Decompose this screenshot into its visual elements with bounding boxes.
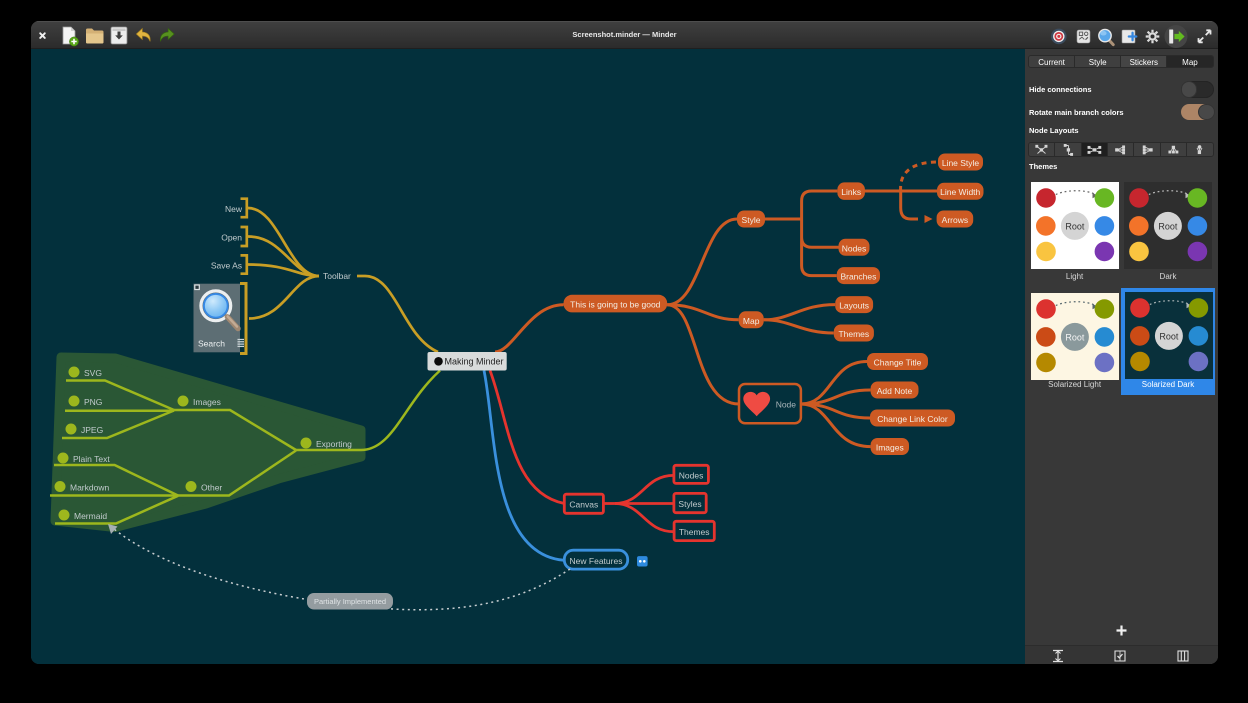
svg-text:New: New [225, 204, 243, 214]
svg-text:Styles: Styles [678, 499, 701, 509]
svg-text:Themes: Themes [838, 329, 869, 339]
svg-text:Exporting: Exporting [316, 439, 352, 449]
svg-text:Root: Root [1065, 222, 1085, 232]
svg-text:Save As: Save As [211, 261, 242, 271]
svg-text:New Features: New Features [570, 556, 623, 566]
svg-text:SVG: SVG [84, 368, 102, 378]
svg-text:Making Minder: Making Minder [445, 356, 504, 366]
svg-text:Map: Map [743, 316, 760, 326]
svg-text:Toolbar: Toolbar [323, 271, 351, 281]
svg-text:Branches: Branches [840, 272, 876, 282]
svg-text:Arrows: Arrows [942, 215, 968, 225]
svg-text:Root: Root [1158, 222, 1178, 232]
svg-text:Change Link Color: Change Link Color [877, 414, 948, 424]
svg-text:PNG: PNG [84, 397, 102, 407]
svg-text:Themes: Themes [679, 527, 710, 537]
svg-text:Images: Images [193, 397, 221, 407]
svg-text:Layouts: Layouts [839, 301, 869, 311]
svg-text:Partially Implemented: Partially Implemented [314, 597, 386, 606]
svg-text:Line Style: Line Style [942, 158, 980, 168]
svg-text:Images: Images [876, 443, 904, 453]
svg-text:JPEG: JPEG [81, 425, 103, 435]
svg-text:Nodes: Nodes [842, 243, 867, 253]
svg-text:Add Note: Add Note [877, 386, 913, 396]
svg-text:Links: Links [841, 187, 861, 197]
svg-text:Root: Root [1065, 332, 1085, 342]
svg-text:Line Width: Line Width [940, 187, 980, 197]
svg-text:This is going to be good: This is going to be good [570, 299, 661, 309]
svg-text:Node: Node [776, 399, 797, 409]
svg-text:Root: Root [1159, 331, 1179, 341]
svg-text:Markdown: Markdown [70, 483, 109, 493]
svg-text:Change Title: Change Title [874, 358, 922, 368]
svg-text:Open: Open [221, 233, 242, 243]
svg-text:Plain Text: Plain Text [73, 454, 110, 464]
svg-text:Mermaid: Mermaid [74, 511, 107, 521]
svg-text:Other: Other [201, 483, 222, 493]
svg-text:Style: Style [742, 215, 761, 225]
svg-text:Canvas: Canvas [569, 500, 598, 510]
svg-text:Search: Search [198, 339, 225, 349]
svg-text:Nodes: Nodes [679, 471, 704, 481]
